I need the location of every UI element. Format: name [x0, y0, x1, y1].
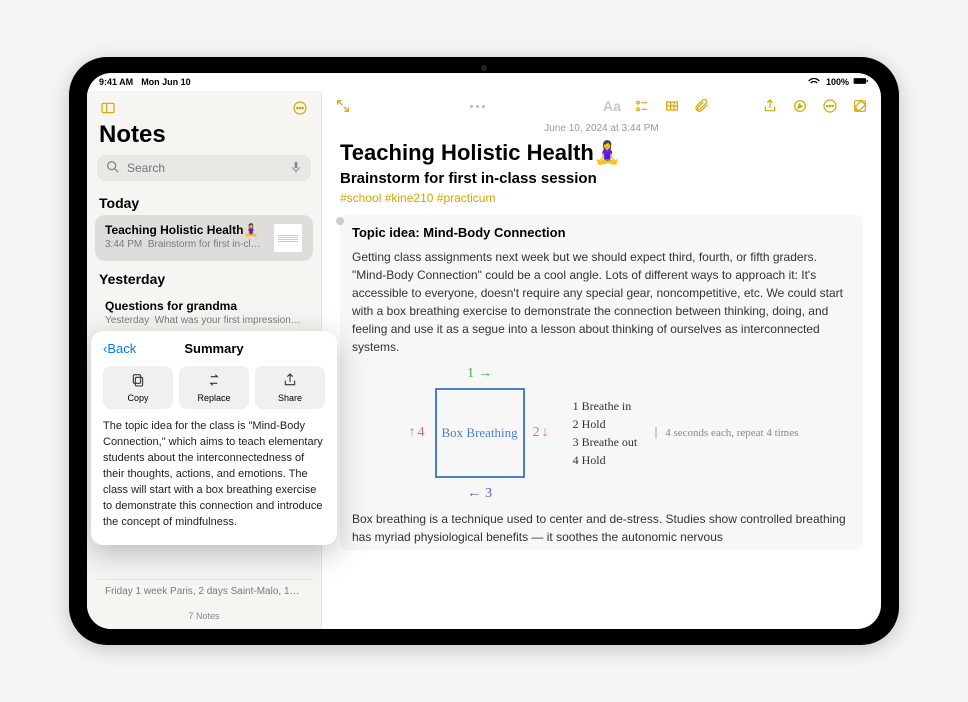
- block-handle[interactable]: [336, 217, 344, 225]
- paragraph: Getting class assignments next week but …: [352, 248, 851, 356]
- note-item-bottom[interactable]: Friday 1 week Paris, 2 days Saint-Malo, …: [95, 579, 313, 603]
- arrow-left: 4: [409, 388, 425, 478]
- battery-icon: [853, 73, 869, 91]
- replace-icon: [206, 372, 222, 391]
- share-icon: [282, 372, 298, 391]
- paragraph: Box breathing is a technique used to cen…: [352, 510, 851, 546]
- attachment-icon[interactable]: [691, 95, 713, 117]
- document-body[interactable]: June 10, 2024 at 3:44 PM Teaching Holist…: [322, 121, 881, 629]
- arrow-top: 1: [435, 366, 525, 382]
- replace-button[interactable]: Replace: [179, 366, 249, 409]
- search-input[interactable]: [127, 161, 282, 175]
- mic-icon[interactable]: [288, 159, 304, 178]
- table-icon[interactable]: [661, 95, 683, 117]
- screen: 9:41 AM Mon Jun 10 100%: [87, 73, 881, 629]
- note-item-sub: 3:44 PM Brainstorm for first in-cla…: [105, 239, 265, 250]
- checklist-icon[interactable]: [631, 95, 653, 117]
- markup-icon[interactable]: [789, 95, 811, 117]
- breathing-steps: 1 Breathe in 2 Hold 3 Breathe out 4 Hold: [573, 396, 638, 471]
- note-count: 7 Notes: [87, 611, 321, 621]
- note-item-title: Teaching Holistic Health🧘‍♀️: [105, 223, 265, 237]
- note-item-sub: Yesterday What was your first impression…: [105, 315, 303, 326]
- tag[interactable]: #school: [340, 191, 381, 205]
- arrow-right: 2: [533, 388, 549, 478]
- tag[interactable]: #kine210: [385, 191, 434, 205]
- share-button[interactable]: Share: [255, 366, 325, 409]
- editor-toolbar: Aa: [322, 91, 881, 121]
- diagram-note: 4 seconds each, repeat 4 times: [655, 427, 798, 439]
- sidebar-title: Notes: [87, 121, 321, 155]
- note-item-title: Questions for grandma: [105, 299, 303, 313]
- doc-subtitle: Brainstorm for first in-class session: [340, 170, 863, 187]
- ipad-device: 9:41 AM Mon Jun 10 100%: [69, 57, 899, 645]
- share-note-icon[interactable]: [759, 95, 781, 117]
- copy-button[interactable]: Copy: [103, 366, 173, 409]
- search-icon: [105, 159, 121, 178]
- tag[interactable]: #practicum: [437, 191, 496, 205]
- doc-tags: #school #kine210 #practicum: [340, 191, 863, 205]
- summary-popup: ‹ Back Summary Copy: [91, 331, 337, 545]
- arrow-bottom: 3: [435, 486, 525, 502]
- back-label: Back: [107, 341, 136, 356]
- box-breathing-diagram: 1 2 3 4 Box Breathing 1 Breathe in 2 Hol…: [352, 368, 851, 498]
- format-aa-icon[interactable]: Aa: [601, 95, 623, 117]
- status-bar: 9:41 AM Mon Jun 10 100%: [87, 73, 881, 91]
- expand-icon[interactable]: [332, 95, 354, 117]
- note-thumb: [273, 223, 303, 253]
- battery-text: 100%: [826, 77, 849, 87]
- summary-text: The topic idea for the class is "Mind-Bo…: [103, 419, 325, 531]
- note-item[interactable]: Questions for grandma Yesterday What was…: [95, 291, 313, 334]
- notes-sidebar: Notes Today Teaching Holistic Health🧘‍♀️…: [87, 91, 322, 629]
- search-field[interactable]: [97, 155, 311, 181]
- wifi-icon: [806, 73, 822, 91]
- copy-icon: [130, 372, 146, 391]
- section-today: Today: [87, 189, 321, 215]
- multitask-dots[interactable]: [458, 105, 498, 108]
- status-date: Mon Jun 10: [141, 77, 191, 87]
- box-label: Box Breathing: [435, 388, 525, 478]
- camera-dot: [481, 65, 487, 71]
- sidebar-toggle-icon[interactable]: [97, 97, 119, 119]
- popup-back-button[interactable]: ‹ Back: [103, 341, 136, 356]
- topic-heading: Topic idea: Mind-Body Connection: [352, 225, 851, 240]
- doc-date: June 10, 2024 at 3:44 PM: [340, 123, 863, 134]
- popup-title: Summary: [184, 341, 243, 356]
- content-block: Topic idea: Mind-Body Connection Getting…: [340, 215, 863, 550]
- note-item-selected[interactable]: Teaching Holistic Health🧘‍♀️ 3:44 PM Bra…: [95, 215, 313, 261]
- section-yesterday: Yesterday: [87, 265, 321, 291]
- note-editor: Aa: [322, 91, 881, 629]
- doc-title: Teaching Holistic Health🧘‍♀️: [340, 140, 863, 166]
- status-time: 9:41 AM: [99, 77, 133, 87]
- more-icon[interactable]: [289, 97, 311, 119]
- ellipsis-icon[interactable]: [819, 95, 841, 117]
- compose-icon[interactable]: [849, 95, 871, 117]
